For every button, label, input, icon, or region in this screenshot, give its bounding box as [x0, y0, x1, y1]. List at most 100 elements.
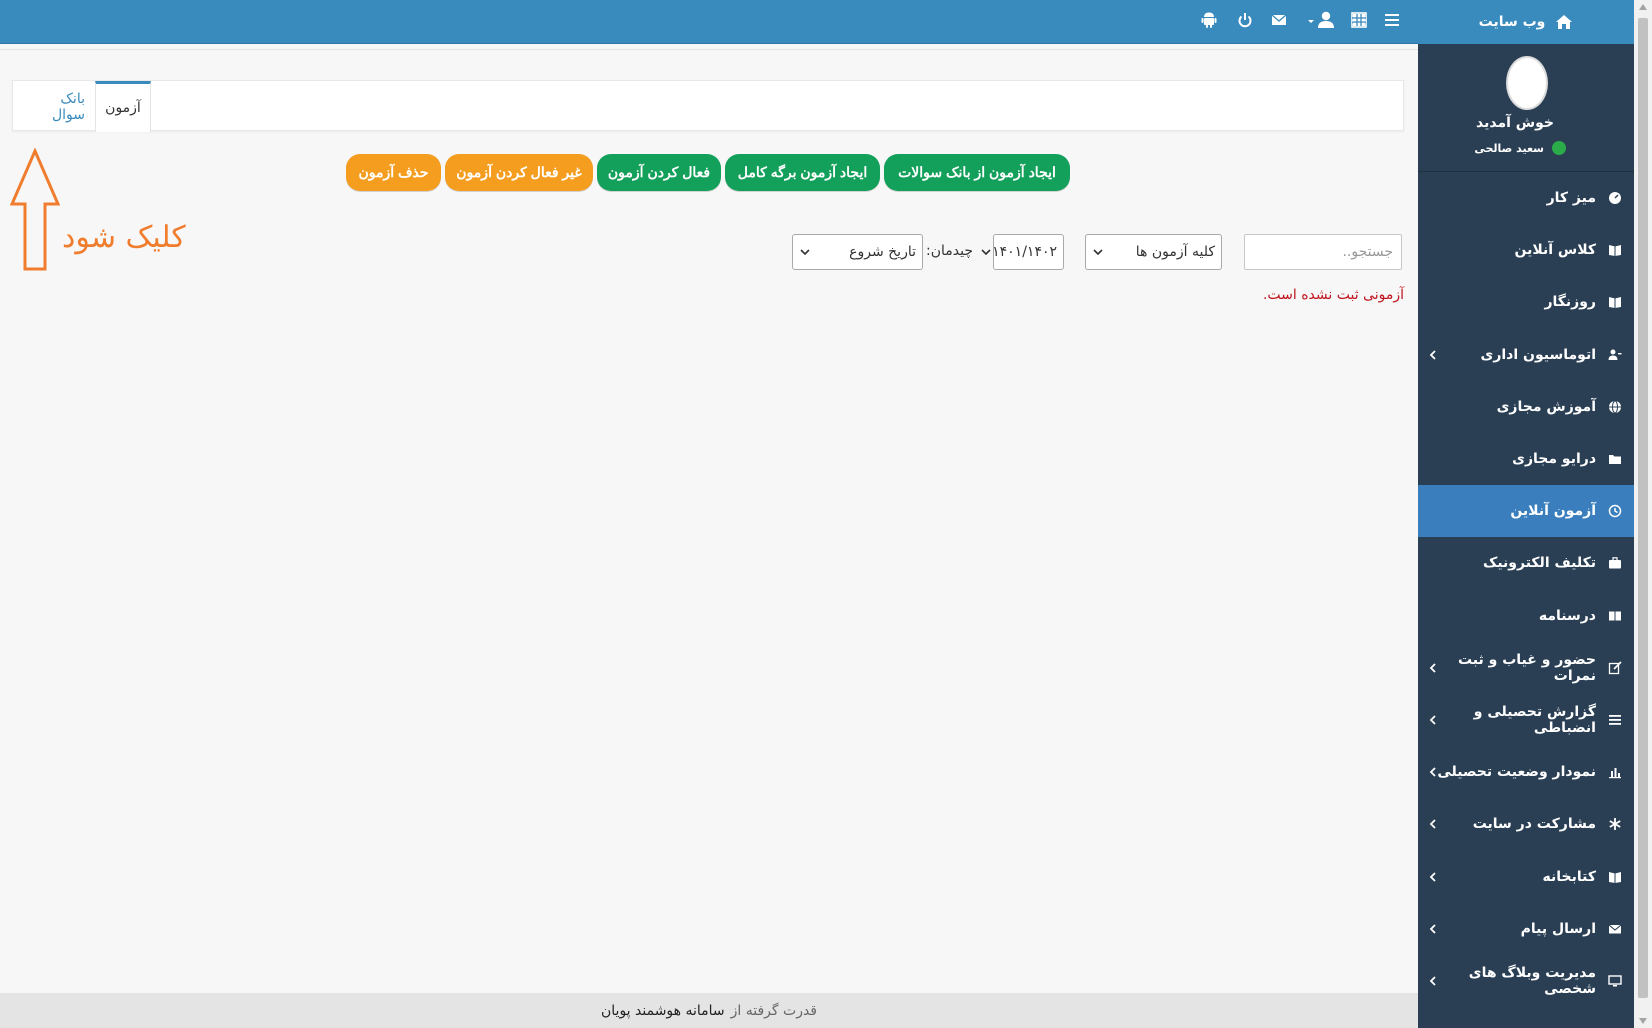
sidebar-item[interactable]: ارسال پیام: [1418, 903, 1634, 955]
sidebar-item[interactable]: نمودار وضعیت تحصیلی: [1418, 746, 1634, 798]
tab-exam[interactable]: آزمون: [95, 81, 151, 132]
sidebar-item-label: ارسال پیام: [1520, 920, 1596, 937]
android-icon[interactable]: [1200, 11, 1218, 29]
chevron-left-icon: [1426, 348, 1440, 362]
sidebar-item[interactable]: گزارش تحصیلی و انضباطی: [1418, 694, 1634, 746]
sidebar-item-label: حضور و غیاب و ثبت نمرات: [1457, 651, 1596, 684]
chevron-left-icon: [1426, 870, 1440, 884]
user-profile: خوش آمدید سعید صالحی: [1418, 44, 1634, 171]
sidebar-item-label: درسنامه: [1538, 607, 1596, 624]
clock-icon: [1608, 504, 1622, 518]
sidebar-item[interactable]: درسنامه: [1418, 590, 1634, 642]
footer: قدرت گرفته از سامانه هوشمند پویان: [0, 993, 1418, 1028]
avatar[interactable]: [1506, 56, 1548, 110]
scroll-up-icon[interactable]: [1638, 2, 1648, 12]
book-icon: [1608, 870, 1622, 884]
scroll-thumb[interactable]: [1638, 18, 1648, 998]
desktop-icon: [1608, 974, 1622, 988]
chevron-left-icon: [1426, 765, 1440, 779]
sort-value: تاریخ شروع: [849, 244, 916, 260]
chevron-down-icon: [799, 246, 811, 258]
page-scrollbar[interactable]: [1634, 0, 1652, 1028]
chevron-left-icon: [1426, 661, 1440, 675]
user-menu-icon[interactable]: [1306, 11, 1336, 29]
sort-label: چیدمان:: [926, 243, 973, 259]
asterisk-icon: [1608, 817, 1622, 831]
sidebar: وب سایت خوش آمدید سعید صالحی میز کار کلاس…: [1418, 0, 1634, 1028]
scroll-down-icon[interactable]: [1638, 1016, 1648, 1026]
chevron-left-icon: [1426, 974, 1440, 988]
home-icon: [1555, 13, 1573, 31]
book-icon: [1608, 243, 1622, 257]
footer-prefix: قدرت گرفته از: [730, 1002, 818, 1019]
sidebar-item[interactable]: میز کار: [1418, 172, 1634, 224]
sidebar-item[interactable]: اتوماسیون اداری: [1418, 329, 1634, 381]
chevron-down-icon: [980, 246, 992, 258]
sidebar-item-label: آموزش مجازی: [1496, 398, 1596, 415]
sidebar-item-label: میز کار: [1546, 190, 1596, 207]
chevron-left-icon: [1426, 817, 1440, 831]
top-navbar: [0, 0, 1418, 44]
envelope-icon[interactable]: [1270, 11, 1288, 29]
chevron-left-icon: [1426, 713, 1440, 727]
annotation-text: کلیک شود: [62, 220, 186, 255]
sidebar-item-label: آزمون آنلاین: [1510, 503, 1596, 520]
sidebar-item-label: روزنگار: [1544, 294, 1596, 311]
sidebar-item[interactable]: حضور و غیاب و ثبت نمرات: [1418, 642, 1634, 694]
sidebar-item[interactable]: درایو مجازی: [1418, 433, 1634, 485]
sidebar-brand-label: وب سایت: [1478, 14, 1546, 30]
bar-chart-icon: [1608, 765, 1622, 779]
year-value: ۱۴۰۱/۱۴۰۲: [992, 244, 1057, 260]
sidebar-item[interactable]: آزمون آنلاین: [1418, 485, 1634, 538]
sidebar-item[interactable]: مشارکت در سایت: [1418, 798, 1634, 850]
sidebar-item-label: درایو مجازی: [1512, 451, 1596, 468]
empty-state-message: آزمونی ثبت نشده است.: [1262, 287, 1404, 303]
users-icon: [1608, 348, 1622, 362]
sidebar-item-label: گزارش تحصیلی و انضباطی: [1473, 703, 1596, 736]
globe-icon: [1608, 400, 1622, 414]
sidebar-brand[interactable]: وب سایت: [1418, 0, 1634, 44]
create-exam-from-bank-button[interactable]: ایجاد آزمون از بانک سوالات: [884, 154, 1070, 191]
chevron-down-icon: [1092, 246, 1104, 258]
delete-exam-button[interactable]: حذف آزمون: [346, 154, 441, 191]
up-arrow-annotation-icon: [10, 148, 60, 271]
sidebar-item-label: مدیریت وبلاگ های شخصی: [1468, 964, 1596, 997]
menu-toggle-icon[interactable]: [1383, 11, 1401, 29]
activate-exam-button[interactable]: فعال کردن آزمون: [597, 154, 721, 191]
sidebar-item-label: مشارکت در سایت: [1472, 816, 1596, 833]
year-select[interactable]: ۱۴۰۱/۱۴۰۲: [981, 234, 1064, 270]
exam-scope-select[interactable]: کلیه آزمون ها: [1085, 234, 1222, 270]
chevron-left-icon: [1426, 922, 1440, 936]
briefcase-icon: [1608, 556, 1622, 570]
sidebar-menu: میز کار کلاس آنلاین روزنگار اتوماسیون اداری…: [1418, 171, 1634, 1007]
sidebar-item[interactable]: مدیریت وبلاگ های شخصی: [1418, 955, 1634, 1007]
sidebar-item-label: تکلیف الکترونیک: [1482, 555, 1596, 572]
sidebar-item-label: نمودار وضعیت تحصیلی: [1437, 764, 1596, 781]
online-status-indicator: [1552, 141, 1566, 155]
envelope-icon: [1608, 922, 1622, 936]
grid-icon[interactable]: [1350, 11, 1368, 29]
search-input[interactable]: [1244, 234, 1402, 270]
tab-panel: آزمون بانک سوال: [12, 80, 1404, 132]
sidebar-item-label: کتابخانه: [1542, 868, 1596, 885]
sidebar-item[interactable]: کتابخانه: [1418, 850, 1634, 902]
book-icon: [1608, 295, 1622, 309]
power-icon[interactable]: [1236, 11, 1254, 29]
sidebar-item-label: اتوماسیون اداری: [1480, 346, 1596, 363]
book-open-icon: [1608, 609, 1622, 623]
sidebar-item[interactable]: کلاس آنلاین: [1418, 224, 1634, 276]
username: سعید صالحی: [1474, 142, 1544, 155]
sidebar-item[interactable]: تکلیف الکترونیک: [1418, 537, 1634, 589]
sidebar-item[interactable]: آموزش مجازی: [1418, 381, 1634, 433]
edit-icon: [1608, 661, 1622, 675]
welcome-text: خوش آمدید: [1476, 115, 1554, 131]
dashboard-icon: [1608, 191, 1622, 205]
deactivate-exam-button[interactable]: غیر فعال کردن آزمون: [445, 154, 593, 191]
sidebar-item[interactable]: روزنگار: [1418, 276, 1634, 328]
exam-scope-value: کلیه آزمون ها: [1135, 244, 1215, 260]
create-full-sheet-exam-button[interactable]: ایجاد آزمون برگه کامل: [725, 154, 880, 191]
tab-question-bank[interactable]: بانک سوال: [13, 81, 95, 132]
folder-icon: [1608, 452, 1622, 466]
footer-brand: سامانه هوشمند پویان: [601, 1002, 725, 1019]
sort-select[interactable]: تاریخ شروع: [792, 234, 923, 270]
